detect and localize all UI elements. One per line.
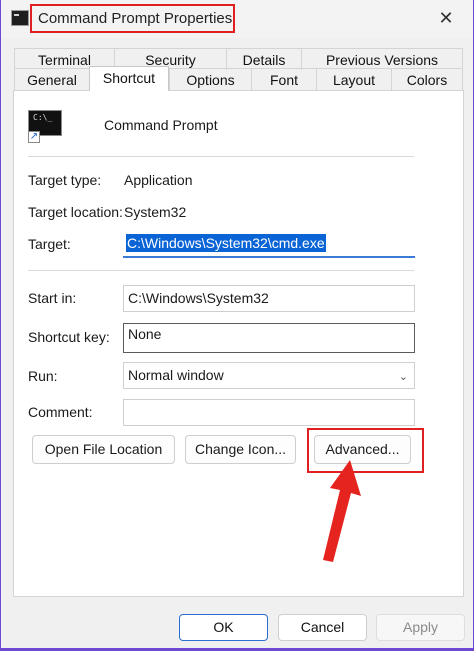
divider-top [28, 156, 414, 157]
run-select[interactable]: Normal window ⌄ [123, 362, 415, 389]
shortcut-key-label: Shortcut key: [28, 329, 110, 345]
target-input-selected-text: C:\Windows\System32\cmd.exe [126, 234, 326, 252]
title-bar[interactable]: Command Prompt Properties ✕ [1, 0, 473, 38]
run-label: Run: [28, 368, 58, 384]
tab-details[interactable]: Details [226, 48, 301, 70]
tab-options[interactable]: Options [169, 68, 251, 90]
ok-button[interactable]: OK [179, 614, 268, 641]
tab-general[interactable]: General [14, 68, 89, 90]
chevron-down-icon: ⌄ [398, 371, 408, 383]
target-type-label: Target type: [28, 172, 102, 188]
tab-previous-versions[interactable]: Previous Versions [301, 48, 463, 70]
tab-font[interactable]: Font [251, 68, 316, 90]
app-name: Command Prompt [104, 117, 218, 133]
tab-shortcut[interactable]: Shortcut [89, 66, 169, 91]
tab-layout[interactable]: Layout [316, 68, 391, 90]
shortcut-arrow-icon: ↗ [28, 131, 40, 143]
run-select-value: Normal window [128, 367, 224, 383]
start-in-label: Start in: [28, 290, 77, 306]
tab-colors[interactable]: Colors [391, 68, 463, 90]
cmd-icon-prompt: C:\_ [33, 113, 53, 122]
cmd-window-icon [11, 10, 29, 26]
apply-button[interactable]: Apply [376, 614, 465, 641]
target-label: Target: [28, 236, 71, 252]
properties-window: Command Prompt Properties ✕ Terminal Sec… [0, 0, 474, 651]
open-file-location-button[interactable]: Open File Location [32, 435, 175, 464]
close-button[interactable]: ✕ [433, 6, 459, 30]
shortcut-key-input[interactable]: None [123, 323, 415, 353]
start-in-input[interactable]: C:\Windows\System32 [123, 285, 415, 312]
comment-label: Comment: [28, 404, 93, 420]
divider-middle [28, 270, 414, 271]
cancel-button[interactable]: Cancel [278, 614, 367, 641]
change-icon-button[interactable]: Change Icon... [185, 435, 296, 464]
target-location-label: Target location: [28, 204, 123, 220]
target-input[interactable]: C:\Windows\System32\cmd.exe [123, 231, 415, 258]
target-type-value: Application [124, 172, 193, 188]
target-location-value: System32 [124, 204, 187, 220]
red-arrow-annotation-icon [323, 460, 361, 562]
title-highlight-annotation [30, 4, 235, 33]
comment-input[interactable] [123, 399, 415, 426]
